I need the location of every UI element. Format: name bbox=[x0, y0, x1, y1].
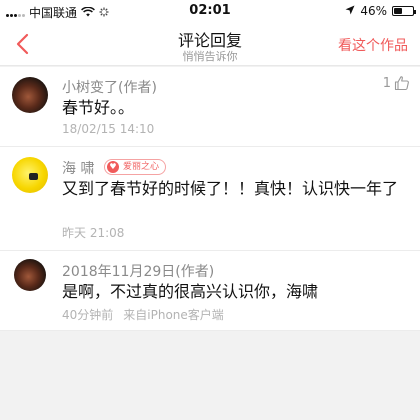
comment-item[interactable]: 海 啸 ♥ 爱丽之心 又到了春节好的时候了！！真快！认识快一年了 昨天 21:0… bbox=[0, 147, 420, 251]
location-icon bbox=[345, 4, 355, 18]
screen: 中国联通 02:01 46% 评论回复 悄悄告诉你 看这个作品 小树变了(作者)… bbox=[0, 0, 420, 420]
battery-fill bbox=[394, 8, 403, 14]
avatar[interactable] bbox=[12, 77, 48, 113]
thumbs-up-icon bbox=[394, 76, 409, 91]
battery-percent: 46% bbox=[360, 4, 387, 18]
comment-time: 昨天 21:08 bbox=[62, 226, 125, 240]
status-bar: 中国联通 02:01 46% bbox=[0, 0, 420, 22]
comment-meta: 40分钟前 来自iPhone客户端 bbox=[62, 306, 224, 323]
like-button[interactable]: 1 bbox=[383, 75, 410, 91]
battery-icon bbox=[392, 6, 416, 16]
comment-time: 40分钟前 bbox=[62, 308, 114, 322]
comment-text: 春节好。。 bbox=[62, 98, 135, 117]
like-count: 1 bbox=[382, 75, 391, 91]
comment-author[interactable]: 小树变了(作者) bbox=[62, 77, 157, 97]
view-work-button[interactable]: 看这个作品 bbox=[338, 35, 408, 55]
heart-icon: ♥ bbox=[107, 161, 119, 173]
avatar[interactable] bbox=[12, 157, 48, 193]
nav-bar: 评论回复 悄悄告诉你 看这个作品 bbox=[0, 22, 420, 66]
comment-source: 来自iPhone客户端 bbox=[123, 308, 224, 322]
badge-label: 爱丽之心 bbox=[123, 162, 160, 172]
comment-item[interactable]: 小树变了(作者) 1 春节好。。 18/02/15 14:10 bbox=[0, 67, 420, 147]
comment-text: 又到了春节好的时候了！！真快！认识快一年了 bbox=[62, 179, 399, 198]
comment-author[interactable]: 海 啸 bbox=[62, 158, 94, 178]
comment-text: 是啊，不过真的很高兴认识你，海啸 bbox=[62, 282, 319, 301]
comment-time: 18/02/15 14:10 bbox=[62, 122, 155, 136]
comment-item[interactable]: 2018年11月29日(作者) 是啊，不过真的很高兴认识你，海啸 40分钟前 来自… bbox=[0, 251, 420, 331]
comment-author[interactable]: 2018年11月29日(作者) bbox=[62, 261, 214, 281]
status-right: 46% bbox=[345, 4, 416, 18]
comment-list: 小树变了(作者) 1 春节好。。 18/02/15 14:10 海 啸 ♥ 爱丽… bbox=[0, 67, 420, 331]
avatar[interactable] bbox=[14, 259, 46, 291]
fan-badge: ♥ 爱丽之心 bbox=[104, 159, 167, 175]
